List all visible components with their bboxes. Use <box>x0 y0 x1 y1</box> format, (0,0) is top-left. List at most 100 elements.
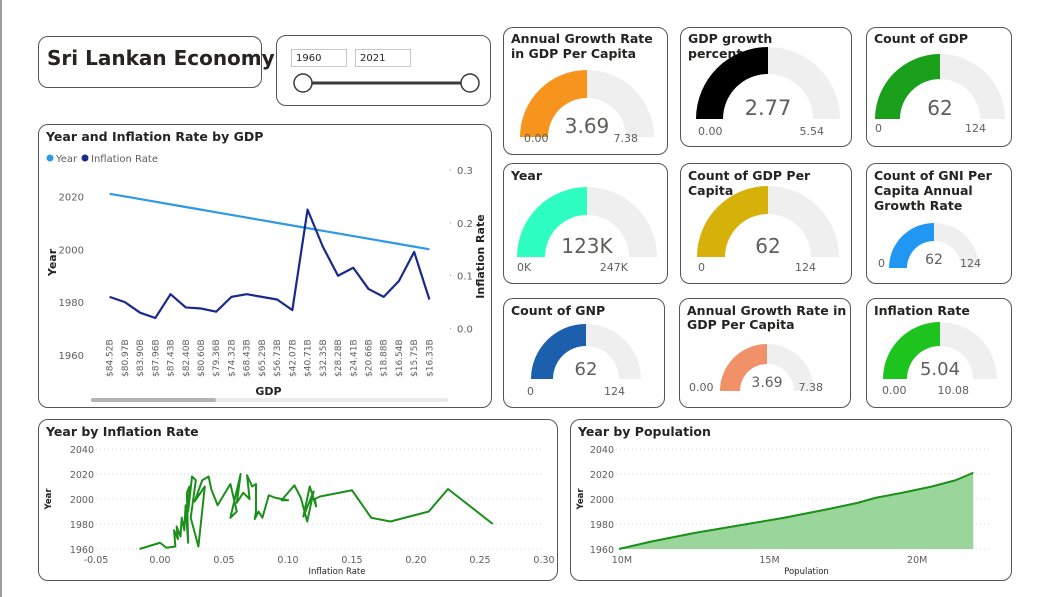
x-tick-label: $79.36B <box>212 339 222 377</box>
gauge-value: 2.77 <box>745 96 792 120</box>
x-tick-label: $65.29B <box>258 339 268 377</box>
gauge-max-label: 5.54 <box>800 125 825 138</box>
x-tick-label: 0.25 <box>469 555 490 566</box>
gauge-visual: 3.69 0.00 7.38 <box>689 344 824 394</box>
x-axis-title: GDP <box>255 385 281 398</box>
inflation-line-card: Year by Inflation Rate 1960 1980 2000 2020 2… <box>38 419 558 581</box>
y2-tick-dot: · <box>449 272 452 282</box>
x-tick-label: $24.41B <box>349 339 359 377</box>
combo-chart: Year Inflation Rate 1960 1980 2000 2020 · 0.0 · 0… <box>46 154 487 402</box>
y2-tick-label: 0.2 <box>457 219 473 230</box>
x-tick-label: $16.33B <box>425 339 435 377</box>
x-tick-label: $68.43B <box>243 339 253 377</box>
gauge-min-label: 0.00 <box>524 132 549 145</box>
gauge-max-label: 7.38 <box>614 132 639 145</box>
y-tick-label: 1980 <box>70 520 94 531</box>
population-area-card: Year by Population 1960 1980 2000 2020 2040 1… <box>570 419 1012 581</box>
y-tick-label: 2020 <box>59 192 84 203</box>
y2-tick-label: 0.0 <box>457 325 473 336</box>
legend-marker-year <box>46 154 54 162</box>
gauge-min-label: 0 <box>698 261 705 274</box>
x-tick-label: 20M <box>907 555 927 566</box>
x-tick-label: 0.10 <box>277 555 298 566</box>
x-tick-label: $32.35B <box>319 339 329 377</box>
gauge-value: 3.69 <box>565 114 610 138</box>
x-tick-label: $74.32B <box>227 339 237 377</box>
x-axis-title: Population <box>784 567 829 577</box>
gauge-visual: 2.77 0.00 5.54 <box>696 47 840 138</box>
x-tick-label: $84.52B <box>106 339 116 377</box>
gauge-value: 62 <box>925 252 943 268</box>
gauge-value: 62 <box>927 96 952 120</box>
slicer-end-handle[interactable] <box>460 73 480 93</box>
y-tick-label: 2040 <box>70 445 94 456</box>
inflation-series-line <box>109 208 431 320</box>
x-tick-label: $15.75B <box>410 339 420 377</box>
x-tick-label: 0.15 <box>341 555 362 566</box>
x-tick-label: $16.54B <box>395 339 405 377</box>
x-tick-label: $40.71B <box>304 339 314 377</box>
x-tick-label: $82.40B <box>182 339 192 377</box>
gauge-visual: 3.69 0.00 7.38 <box>520 70 654 145</box>
gauge-max-label: 124 <box>604 385 625 398</box>
gauge-min-label: 0.00 <box>882 384 907 397</box>
x-tick-label: $87.43B <box>167 339 177 377</box>
legend-label-inflation: Inflation Rate <box>91 154 158 165</box>
gauge-min-label: 0.00 <box>698 125 723 138</box>
combo-chart-card: Year and Inflation Rate by GDP Year Infla… <box>38 124 492 408</box>
report-title-card: Sri Lankan Economy <box>38 36 275 88</box>
gauge-value: 62 <box>575 359 598 380</box>
gauge-max-label: 124 <box>965 122 986 135</box>
gauge-max-label: 247K <box>600 261 629 274</box>
y2-tick-dot: · <box>449 166 452 176</box>
x-tick-label: 0.00 <box>149 555 170 566</box>
y-axis-title: Year <box>576 488 586 511</box>
x-tick-label: 10M <box>612 555 632 566</box>
year-series-line <box>109 192 430 251</box>
gauge-value: 5.04 <box>920 359 960 380</box>
x-tick-label: $83.90B <box>136 339 146 377</box>
y2-tick-label: 0.3 <box>457 166 473 177</box>
y-tick-label: 2020 <box>70 470 94 481</box>
y2-tick-label: 0.1 <box>457 272 473 283</box>
y-axis-title: Year <box>44 488 54 511</box>
gauge-card: Year 123K 0K 247K <box>503 163 668 284</box>
x-tick-label: $28.28B <box>334 339 344 377</box>
y-tick-label: 2000 <box>59 245 84 256</box>
gauge-card: Annual Growth Rate in GDP Per Capita 3.6… <box>503 27 668 155</box>
gauge-card: Count of GNP 62 0 124 <box>503 298 665 408</box>
y2-tick-dot: · <box>449 219 452 229</box>
x-tick-label: 0.20 <box>405 555 426 566</box>
slicer-start-handle[interactable] <box>293 73 313 93</box>
gauge-visual: 62 0 124 <box>875 54 1005 135</box>
gauge-max-label: 10.08 <box>938 384 970 397</box>
gauge-card: Count of GDP Per Capita 62 0 124 <box>680 163 852 284</box>
gauge-max-label: 124 <box>960 257 981 270</box>
gauge-card: GDP growth percentage 2.77 0.00 5.54 <box>680 27 852 147</box>
series-line <box>139 473 494 550</box>
gauge-max-label: 7.38 <box>799 381 824 394</box>
gauge-value: 3.69 <box>751 375 782 391</box>
gauge-visual: 123K 0K 247K <box>517 187 657 274</box>
gauge-card: Inflation Rate 5.04 0.00 10.08 <box>866 298 1012 408</box>
y2-axis-title: Inflation Rate <box>474 214 487 298</box>
y-tick-label: 1980 <box>590 520 614 531</box>
year-slicer: 1960 2021 <box>276 35 491 106</box>
year-by-population-chart: 1960 1980 2000 2020 2040 10M 15M 20M Year Populat… <box>576 445 991 577</box>
y-tick-label: 2000 <box>70 495 94 506</box>
y-tick-label: 2000 <box>590 495 614 506</box>
x-tick-label: $18.88B <box>380 339 390 377</box>
x-tick-label: $80.97B <box>121 339 131 377</box>
y-tick-label: 2020 <box>590 470 614 481</box>
x-tick-label: $42.07B <box>288 339 298 377</box>
gauge-min-label: 0 <box>878 257 885 270</box>
y-axis-title: Year <box>46 248 59 277</box>
legend-marker-inflation <box>81 154 89 162</box>
gauge-min-label: 0 <box>875 122 882 135</box>
scrollbar-thumb[interactable] <box>91 398 216 402</box>
report-title: Sri Lankan Economy <box>47 46 275 70</box>
x-tick-label: $87.96B <box>151 339 161 377</box>
x-tick-label: $56.73B <box>273 339 283 377</box>
slicer-range-track <box>293 73 480 93</box>
legend-label-year: Year <box>55 154 78 165</box>
